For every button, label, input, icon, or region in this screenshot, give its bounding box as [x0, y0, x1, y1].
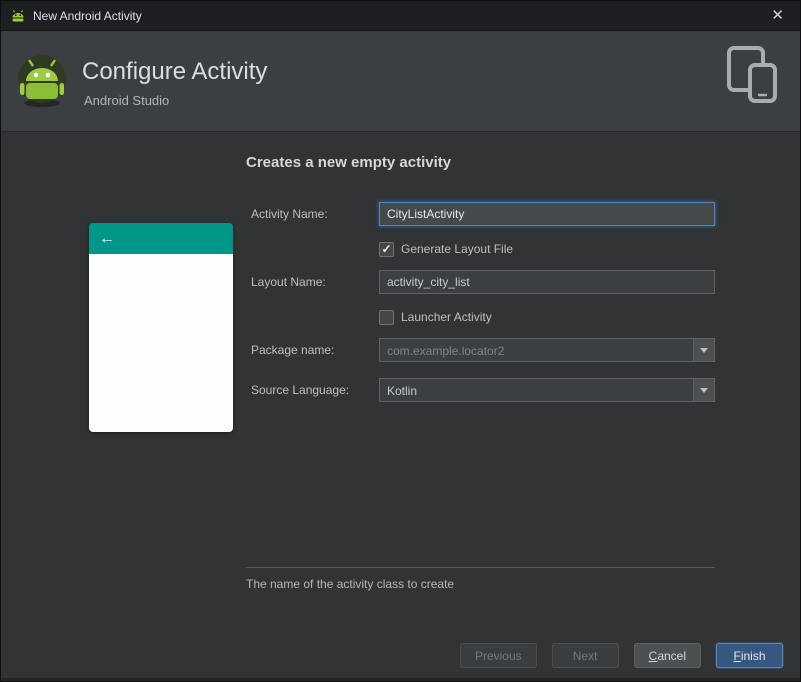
android-icon	[12, 9, 24, 21]
activity-name-input[interactable]	[379, 202, 715, 226]
wizard-subtitle: Android Studio	[84, 93, 170, 108]
activity-name-row: Activity Name:	[251, 202, 715, 226]
checkmark-icon: ✓	[381, 242, 392, 256]
package-name-label: Package name:	[251, 343, 335, 357]
activity-name-field-wrap	[379, 202, 715, 226]
source-language-dropdown[interactable]: Kotlin	[379, 378, 715, 402]
wizard-content: Creates a new empty activity ← Activity …	[1, 133, 800, 681]
preview-appbar: ←	[89, 223, 233, 254]
source-language-row: Source Language: Kotlin	[251, 378, 715, 402]
layout-name-row: Layout Name:	[251, 270, 715, 294]
source-language-value: Kotlin	[387, 384, 418, 398]
layout-name-label: Layout Name:	[251, 275, 326, 289]
window-bottom-edge	[1, 678, 800, 681]
launcher-activity-label: Launcher Activity	[401, 310, 492, 324]
wizard-title: Configure Activity	[82, 58, 268, 85]
wizard-header: Configure Activity Android Studio	[1, 31, 800, 132]
source-language-field-wrap: Kotlin	[379, 378, 715, 402]
layout-name-input[interactable]	[379, 270, 715, 294]
finish-mnemonic: F	[733, 648, 741, 663]
layout-name-field-wrap	[379, 270, 715, 294]
new-android-activity-dialog: New Android Activity ✕ Configure Activit…	[0, 0, 801, 682]
package-dropdown-arrow-icon[interactable]	[693, 339, 714, 361]
launcher-activity-checkbox[interactable]	[379, 309, 394, 325]
activity-preview-thumbnail: ←	[89, 223, 233, 432]
generate-layout-label: Generate Layout File	[401, 242, 514, 256]
package-name-combobox[interactable]: com.example.locator2	[379, 338, 715, 362]
android-studio-logo	[18, 55, 66, 107]
phone-tablet-icon	[727, 46, 777, 103]
finish-button[interactable]: Finish	[716, 643, 783, 668]
cancel-button[interactable]: Cancel	[633, 643, 701, 668]
titlebar: New Android Activity ✕	[1, 1, 800, 31]
launcher-activity-row[interactable]: Launcher Activity	[379, 309, 492, 325]
divider	[246, 567, 715, 568]
field-description: The name of the activity class to create	[246, 577, 455, 591]
language-dropdown-arrow-icon[interactable]	[693, 379, 714, 401]
activity-name-label: Activity Name:	[251, 207, 328, 221]
finish-label-rest: inish	[740, 648, 766, 663]
package-name-row: Package name: com.example.locator2	[251, 338, 715, 362]
previous-button[interactable]: Previous	[459, 643, 537, 668]
generate-layout-row[interactable]: ✓ Generate Layout File	[379, 241, 513, 257]
package-name-field-wrap: com.example.locator2	[379, 338, 715, 362]
source-language-label: Source Language:	[251, 383, 350, 397]
back-arrow-icon: ←	[99, 229, 115, 247]
cancel-mnemonic: C	[648, 648, 658, 663]
preview-body	[89, 254, 233, 432]
generate-layout-checkbox[interactable]: ✓	[379, 241, 394, 257]
page-title: Creates a new empty activity	[246, 154, 452, 171]
window-title: New Android Activity	[33, 8, 142, 23]
package-name-value: com.example.locator2	[387, 344, 505, 358]
close-icon[interactable]: ✕	[767, 6, 788, 25]
cancel-label-rest: ancel	[657, 648, 686, 663]
dialog-button-bar: Previous Next Cancel Finish	[459, 643, 783, 668]
next-button[interactable]: Next	[551, 643, 619, 668]
